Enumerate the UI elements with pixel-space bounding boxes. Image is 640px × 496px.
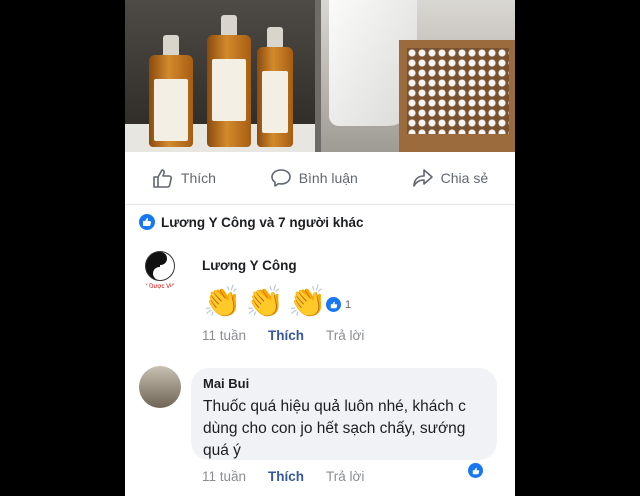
share-button[interactable]: Chia sẻ	[412, 168, 488, 188]
comment-label: Bình luận	[298, 170, 358, 186]
comment-time: 11 tuần	[202, 328, 247, 343]
comment-meta: 11 tuần Thích Trả lời	[202, 469, 364, 484]
comment-author[interactable]: Lương Y Công	[202, 258, 297, 273]
share-label: Chia sẻ	[440, 170, 489, 186]
post-action-bar: Thích Bình luận Chia sẻ	[125, 152, 515, 205]
reactions-summary-text: Lương Y Công và 7 người khác	[161, 214, 364, 230]
comment-text: Thuốc quá hiệu quả luôn nhé, khách c dùn…	[203, 398, 466, 459]
comment-bubble-icon	[270, 169, 291, 187]
share-arrow-icon	[412, 169, 433, 187]
like-button[interactable]: Thích	[152, 168, 216, 188]
reactions-summary[interactable]: Lương Y Công và 7 người khác	[139, 214, 364, 230]
thumbs-up-icon	[153, 169, 172, 188]
comment-reply-button[interactable]: Trả lời	[326, 328, 364, 343]
comment-reaction-icon[interactable]	[467, 462, 484, 479]
avatar[interactable]	[139, 366, 181, 408]
bottle	[207, 15, 251, 147]
comment-time: 11 tuần	[202, 469, 247, 484]
comment-button[interactable]: Bình luận	[270, 168, 358, 188]
bottle	[257, 27, 293, 147]
clapping-hands-icon: 👏	[203, 284, 242, 319]
like-reaction-icon	[325, 296, 342, 313]
comment-like-button[interactable]: Thích	[268, 469, 304, 484]
clapping-hands-icon: 👏	[245, 284, 285, 319]
comment-author[interactable]: Mai Bui	[203, 376, 249, 391]
comment-bubble: Mai Bui Thuốc quá hiệu quả luôn nhé, khá…	[191, 368, 497, 460]
post-photo[interactable]	[125, 0, 515, 152]
clapping-hands-icon: 👏	[288, 284, 327, 319]
bottle	[149, 35, 193, 147]
comment-reply-button[interactable]: Trả lời	[326, 469, 364, 484]
comment-like-button[interactable]: Thích	[268, 328, 304, 343]
comment-content-emojis: 👏 👏 👏	[203, 284, 327, 320]
like-reaction-icon	[467, 462, 484, 479]
comment-reaction-count[interactable]: 1	[325, 296, 351, 313]
comment-meta: 11 tuần Thích Trả lời	[202, 328, 364, 343]
product-bottles-photo	[125, 0, 315, 152]
avatar[interactable]: Y Dược Việt	[139, 248, 181, 290]
like-reaction-icon	[139, 214, 155, 230]
yin-yang-logo-icon	[145, 251, 175, 281]
product-box-photo	[321, 0, 515, 152]
reaction-count: 1	[345, 298, 352, 311]
like-label: Thích	[180, 170, 216, 186]
post-screen: Thích Bình luận Chia sẻ Lương Y Công và …	[125, 0, 515, 496]
